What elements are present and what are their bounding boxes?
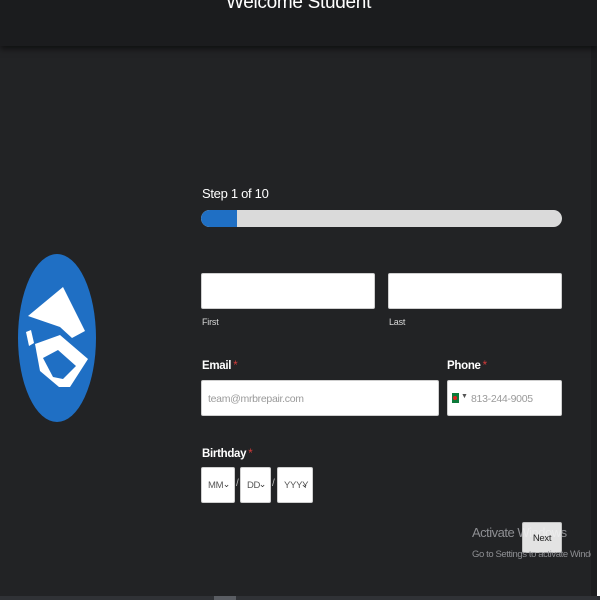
- phone-field[interactable]: ▼ 813-244-9005: [447, 380, 562, 416]
- chevron-down-icon: ⌄: [222, 479, 231, 489]
- date-separator: /: [236, 478, 239, 489]
- birthday-label: Birthday *: [202, 448, 253, 460]
- horizontal-scrollbar[interactable]: [0, 596, 600, 600]
- birth-month-value: MM: [208, 480, 224, 491]
- birth-year-select[interactable]: YYYY ⌄: [277, 467, 313, 503]
- bangladesh-flag-icon[interactable]: [452, 393, 459, 403]
- step-indicator: Step 1 of 10: [202, 186, 269, 201]
- last-name-label: Last: [389, 317, 406, 327]
- phone-placeholder: 813-244-9005: [471, 393, 533, 405]
- last-name-input[interactable]: [388, 273, 562, 309]
- graduation-cap-icon: [18, 254, 96, 422]
- date-separator: /: [272, 478, 275, 489]
- progress-bar: [201, 210, 562, 227]
- phone-label: Phone *: [447, 360, 487, 372]
- scrollbar[interactable]: [591, 46, 597, 596]
- activate-windows-hint: Go to Settings to activate Windows.: [472, 549, 597, 560]
- required-marker: *: [233, 360, 238, 372]
- required-marker: *: [248, 448, 253, 460]
- top-bar: Welcome Student: [0, 0, 597, 46]
- chevron-down-icon: ⌄: [300, 479, 309, 489]
- progress-bar-fill: [201, 210, 238, 227]
- chevron-down-icon[interactable]: ▼: [461, 393, 468, 400]
- page-title: Welcome Student: [225, 0, 372, 13]
- birthday-label-text: Birthday: [202, 448, 247, 460]
- email-placeholder: team@mrbrepair.com: [208, 393, 304, 405]
- email-label-text: Email: [202, 360, 232, 372]
- email-field[interactable]: team@mrbrepair.com: [201, 380, 439, 416]
- horizontal-scrollbar-thumb[interactable]: [214, 596, 236, 600]
- phone-label-text: Phone: [447, 360, 481, 372]
- birth-day-select[interactable]: DD ⌄: [240, 467, 271, 503]
- email-label: Email *: [202, 360, 238, 372]
- chevron-down-icon: ⌄: [258, 479, 267, 489]
- first-name-label: First: [202, 317, 219, 327]
- birth-month-select[interactable]: MM ⌄: [201, 467, 235, 503]
- required-marker: *: [482, 360, 488, 372]
- app-window: Welcome Student Step 1 of 10 First Last …: [0, 0, 597, 596]
- first-name-input[interactable]: [201, 273, 375, 309]
